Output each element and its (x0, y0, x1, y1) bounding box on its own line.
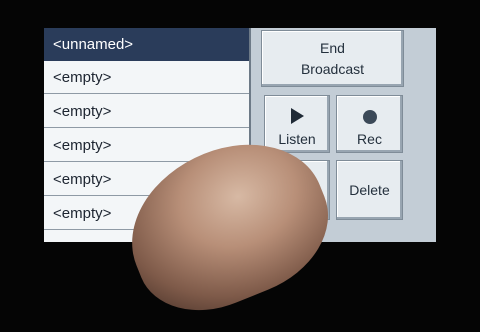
list-item-label: <empty> (53, 103, 112, 120)
rec-button[interactable]: Rec (336, 95, 403, 153)
rec-label: Rec (357, 131, 382, 147)
list-item-label: <unnamed> (53, 36, 134, 53)
list-item-label: <empty> (53, 205, 112, 222)
end-broadcast-button[interactable]: End Broadcast (261, 30, 404, 87)
delete-button[interactable]: Delete (336, 160, 403, 220)
record-icon (363, 110, 377, 124)
list-item[interactable]: <empty> (44, 95, 249, 128)
end-broadcast-label-line1: End (320, 40, 345, 56)
listen-button[interactable]: Listen (264, 95, 330, 153)
list-item[interactable]: <unnamed> (44, 28, 249, 61)
play-icon (291, 108, 304, 124)
list-item-label: <empty> (53, 171, 112, 188)
list-item[interactable]: <empty> (44, 61, 249, 94)
list-item-label: <empty> (53, 69, 112, 86)
listen-label: Listen (278, 131, 316, 147)
list-item-label: <empty> (53, 137, 112, 154)
end-broadcast-label-line2: Broadcast (300, 61, 365, 77)
delete-label: Delete (349, 182, 390, 198)
